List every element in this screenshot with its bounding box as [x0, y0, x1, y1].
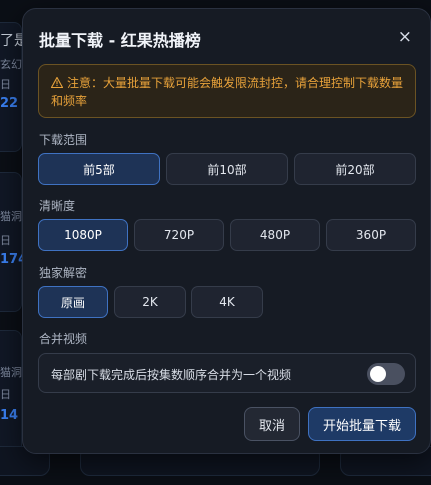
close-icon[interactable]: × [398, 27, 412, 47]
quality-option-360p[interactable]: 360P [326, 219, 416, 251]
warning-icon [51, 77, 63, 88]
quality-label: 清晰度 [39, 199, 76, 213]
merge-toggle[interactable] [367, 363, 405, 385]
warning-banner: 注意：大量批量下载可能会触发限流封控，请合理控制下载数量和频率 [38, 64, 416, 118]
merge-description: 每部剧下载完成后按集数顺序合并为一个视频 [51, 368, 292, 382]
range-option-top5[interactable]: 前5部 [38, 153, 160, 185]
background-text: 日 [0, 388, 11, 401]
batch-download-dialog: 批量下载 - 红果热播榜 × 注意：大量批量下载可能会触发限流封控，请合理控制下… [22, 8, 431, 454]
exclusive-label: 独家解密 [39, 266, 88, 280]
merge-option-row: 每部剧下载完成后按集数顺序合并为一个视频 [38, 353, 416, 393]
background-text: 日 [0, 234, 11, 247]
background-number: 14 [0, 408, 19, 423]
background-text: 猫洞 [0, 366, 22, 379]
cancel-button[interactable]: 取消 [244, 407, 300, 441]
warning-text: 注意：大量批量下载可能会触发限流封控，请合理控制下载数量和频率 [51, 76, 404, 108]
exclusive-option-original[interactable]: 原画 [38, 286, 108, 318]
close-button[interactable]: × [398, 27, 412, 47]
exclusive-option-4k[interactable]: 4K [191, 286, 263, 318]
range-option-top20[interactable]: 前20部 [294, 153, 416, 185]
merge-label: 合并视频 [39, 332, 88, 346]
background-text: 玄幻 [0, 58, 22, 71]
toggle-knob [370, 366, 386, 382]
range-label: 下载范围 [39, 133, 88, 147]
dialog-title: 批量下载 - 红果热播榜 [39, 31, 201, 50]
quality-option-480p[interactable]: 480P [230, 219, 320, 251]
quality-option-1080p[interactable]: 1080P [38, 219, 128, 251]
background-text: 日 [0, 78, 11, 91]
quality-option-720p[interactable]: 720P [134, 219, 224, 251]
background-text: 猫洞 [0, 210, 22, 223]
start-batch-download-button[interactable]: 开始批量下载 [308, 407, 416, 441]
background-number: 22 [0, 96, 19, 111]
range-option-top10[interactable]: 前10部 [166, 153, 288, 185]
exclusive-option-2k[interactable]: 2K [114, 286, 186, 318]
